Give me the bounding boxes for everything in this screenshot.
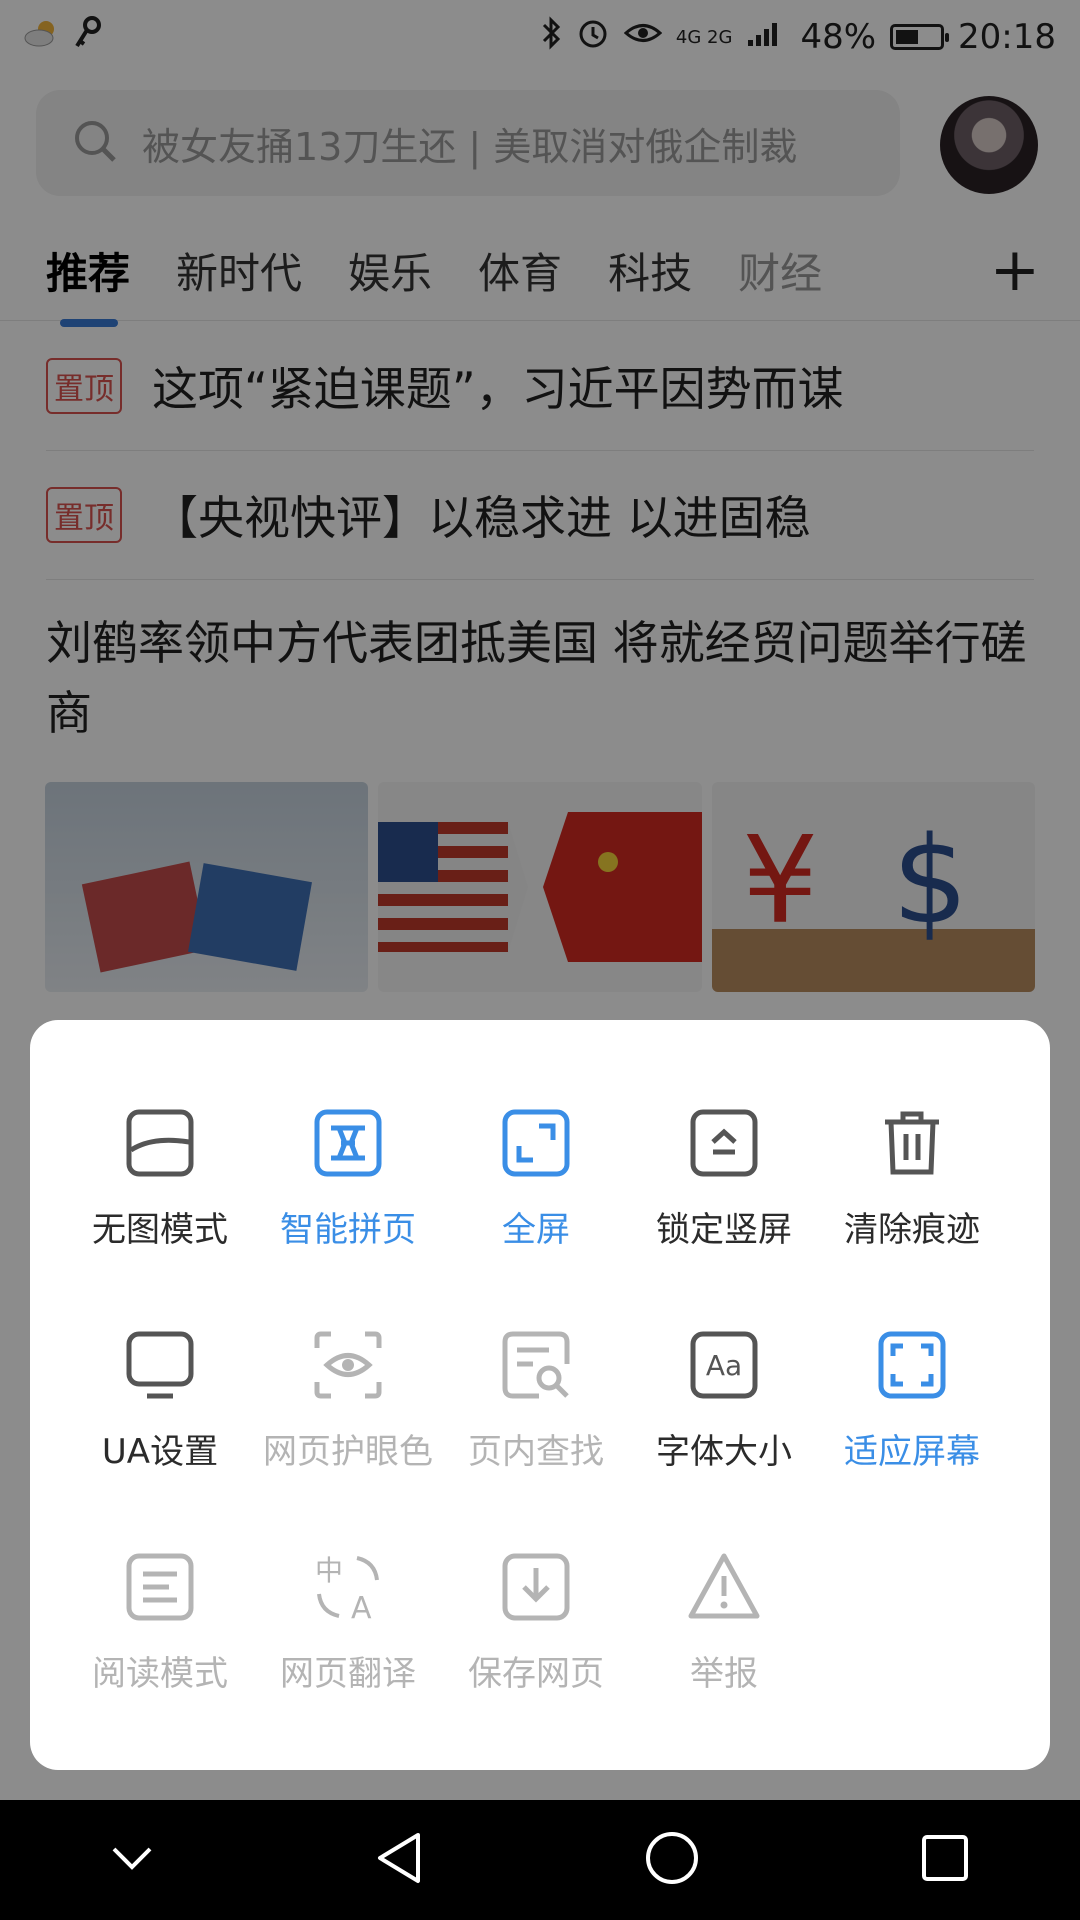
save-page-icon <box>502 1553 570 1621</box>
svg-text:A: A <box>351 1591 372 1624</box>
menu-fullscreen[interactable]: 全屏 <box>442 1100 630 1322</box>
menu-fit-screen[interactable]: 适应屏幕 <box>818 1322 1006 1544</box>
menu-no-image-mode[interactable]: 无图模式 <box>66 1100 254 1322</box>
menu-lock-portrait[interactable]: 锁定竖屏 <box>630 1100 818 1322</box>
system-nav-bar <box>0 1800 1080 1920</box>
reading-mode-icon <box>126 1553 194 1621</box>
smart-page-icon <box>314 1109 382 1177</box>
tools-menu-sheet: 无图模式 智能拼页 全屏 锁定竖屏 清除痕迹 UA设置 网页护眼色 页内查找 A… <box>30 1020 1050 1770</box>
monitor-icon <box>126 1331 194 1399</box>
font-size-icon: Aa <box>690 1331 758 1399</box>
eye-protection-icon <box>314 1331 382 1399</box>
menu-smart-page[interactable]: 智能拼页 <box>254 1100 442 1322</box>
menu-label: 保存网页 <box>468 1654 604 1694</box>
menu-label: 字体大小 <box>656 1432 792 1472</box>
menu-report[interactable]: 举报 <box>630 1544 818 1766</box>
fit-screen-icon <box>878 1331 946 1399</box>
back-icon[interactable] <box>374 1831 424 1889</box>
recents-icon[interactable] <box>920 1833 970 1887</box>
menu-label: 智能拼页 <box>280 1210 416 1250</box>
menu-label: 清除痕迹 <box>844 1210 980 1250</box>
menu-clear-traces[interactable]: 清除痕迹 <box>818 1100 1006 1322</box>
menu-eye-protection[interactable]: 网页护眼色 <box>254 1322 442 1544</box>
find-in-page-icon <box>502 1331 570 1399</box>
svg-text:中: 中 <box>315 1554 343 1587</box>
svg-text:Aa: Aa <box>706 1349 742 1382</box>
menu-save-page[interactable]: 保存网页 <box>442 1544 630 1766</box>
menu-label: 锁定竖屏 <box>656 1210 792 1250</box>
menu-label: 举报 <box>690 1654 758 1694</box>
trash-icon <box>885 1111 939 1175</box>
tools-grid: 无图模式 智能拼页 全屏 锁定竖屏 清除痕迹 UA设置 网页护眼色 页内查找 A… <box>66 1100 1006 1766</box>
menu-font-size[interactable]: Aa 字体大小 <box>630 1322 818 1544</box>
menu-ua-settings[interactable]: UA设置 <box>66 1322 254 1544</box>
menu-label: 全屏 <box>502 1210 570 1250</box>
menu-label: 适应屏幕 <box>844 1432 980 1472</box>
menu-translate[interactable]: 中 A 网页翻译 <box>254 1544 442 1766</box>
no-image-icon <box>126 1109 194 1177</box>
fullscreen-icon <box>502 1109 570 1177</box>
lock-portrait-icon <box>690 1109 758 1177</box>
menu-reading-mode[interactable]: 阅读模式 <box>66 1544 254 1766</box>
menu-label: UA设置 <box>101 1432 219 1472</box>
menu-label: 网页护眼色 <box>263 1432 433 1472</box>
menu-label: 网页翻译 <box>280 1654 416 1694</box>
translate-icon: 中 A <box>315 1554 379 1624</box>
menu-label: 阅读模式 <box>92 1654 228 1694</box>
collapse-icon[interactable] <box>110 1843 154 1877</box>
menu-label: 无图模式 <box>92 1210 228 1250</box>
home-icon[interactable] <box>644 1830 700 1890</box>
menu-label: 页内查找 <box>468 1432 604 1472</box>
menu-find-in-page[interactable]: 页内查找 <box>442 1322 630 1544</box>
report-icon <box>688 1553 760 1619</box>
